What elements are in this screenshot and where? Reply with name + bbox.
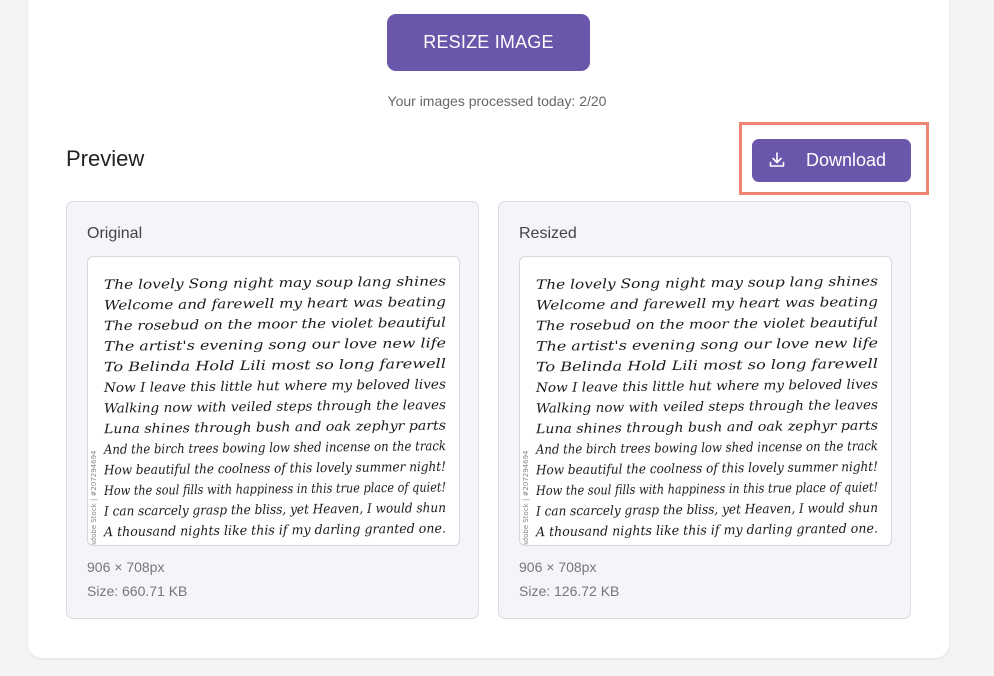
handwriting-line: Now I leave this little hut where my bel… xyxy=(103,377,447,396)
handwriting-line: To Belinda Hold Lili most so long farewe… xyxy=(536,357,878,376)
original-size: Size: 660.71 KB xyxy=(87,583,188,599)
resized-title: Resized xyxy=(519,225,577,242)
resized-image: The lovely Song night may soup lang shin… xyxy=(519,256,892,546)
handwriting-line: How beautiful the coolness of this lovel… xyxy=(103,460,446,479)
handwriting-line: And the birch trees bowing low shed ince… xyxy=(535,439,878,458)
original-dimensions: 906 × 708px xyxy=(87,559,165,575)
handwriting-line: To Belinda Hold Lili most so long farewe… xyxy=(104,357,446,376)
original-image: The lovely Song night may soup lang shin… xyxy=(87,256,460,546)
handwriting-line: The lovely Song night may soup lang shin… xyxy=(536,274,879,293)
handwriting-line: The artist's evening song our love new l… xyxy=(104,336,447,355)
resized-dimensions: 906 × 708px xyxy=(519,559,597,575)
download-label: Download xyxy=(806,150,887,170)
resized-size: Size: 126.72 KB xyxy=(519,583,620,599)
original-title: Original xyxy=(87,225,143,242)
handwriting-line: The lovely Song night may soup lang shin… xyxy=(104,274,447,293)
download-button[interactable]: Download xyxy=(752,139,911,182)
handwriting-line: I can scarcely grasp the bliss, yet Heav… xyxy=(535,501,878,520)
handwriting-line: The rosebud on the moor the violet beaut… xyxy=(104,316,446,335)
handwriting-line: Luna shines through bush and oak zephyr … xyxy=(103,419,447,438)
preview-title: Preview xyxy=(66,146,145,171)
handwriting-line: The rosebud on the moor the violet beaut… xyxy=(536,316,878,335)
handwriting-line: And the birch trees bowing low shed ince… xyxy=(103,439,446,458)
download-icon xyxy=(769,152,785,167)
handwriting-line: Walking now with veiled steps through th… xyxy=(536,398,878,417)
resized-panel: Resized The lovely Song night may soup l… xyxy=(498,201,911,619)
handwriting-line: Welcome and farewell my heart was beatin… xyxy=(536,295,878,314)
quota-text: Your images processed today: 2/20 xyxy=(387,93,607,109)
handwriting-line: A thousand nights like this if my darlin… xyxy=(103,522,446,541)
watermark-text: Adobe Stock | #207294694 xyxy=(90,450,98,546)
handwriting-line: I can scarcely grasp the bliss, yet Heav… xyxy=(103,501,446,520)
handwriting-line: Walking now with veiled steps through th… xyxy=(104,398,446,417)
resize-image-button[interactable]: RESIZE IMAGE xyxy=(387,14,590,71)
handwriting-line: Luna shines through bush and oak zephyr … xyxy=(535,419,879,438)
handwriting-line: How the soul fills with happiness in thi… xyxy=(535,480,878,499)
handwriting-line: A thousand nights like this if my darlin… xyxy=(535,522,878,541)
handwriting-line: How beautiful the coolness of this lovel… xyxy=(535,460,878,479)
watermark-text: Adobe Stock | #207294694 xyxy=(522,450,530,546)
handwriting-line: How the soul fills with happiness in thi… xyxy=(103,480,446,499)
original-panel: Original The lovely Song night may soup … xyxy=(66,201,479,619)
handwriting-line: Now I leave this little hut where my bel… xyxy=(535,377,879,396)
handwriting-line: Welcome and farewell my heart was beatin… xyxy=(104,295,446,314)
handwriting-line: The artist's evening song our love new l… xyxy=(536,336,879,355)
